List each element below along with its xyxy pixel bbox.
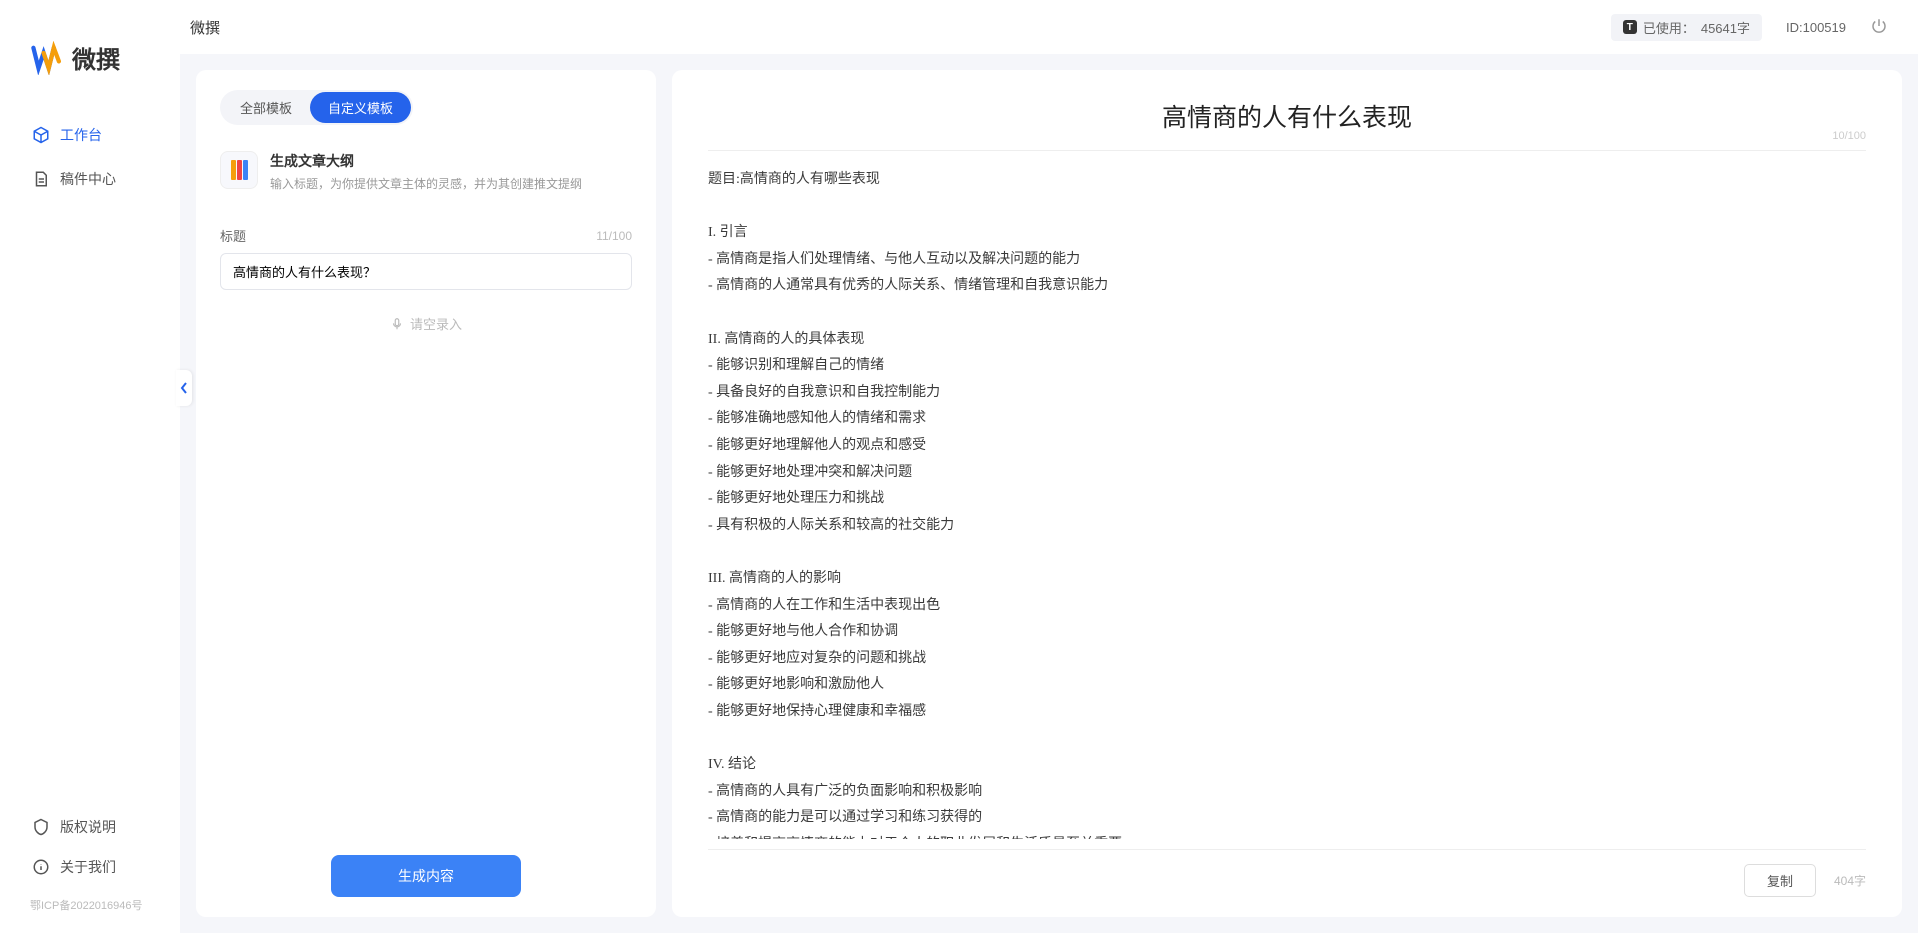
- page-title: 微撰: [190, 17, 220, 38]
- nav-drafts[interactable]: 稿件中心: [20, 159, 160, 199]
- logo[interactable]: 微撰: [0, 20, 180, 115]
- usage-badge: T 已使用： 45641字: [1611, 14, 1762, 41]
- template-title: 生成文章大纲: [270, 151, 582, 171]
- footer-label: 版权说明: [60, 817, 116, 837]
- footer-label: 关于我们: [60, 857, 116, 877]
- sidebar-collapse-handle[interactable]: [176, 370, 192, 406]
- usage-value: 45641字: [1701, 18, 1750, 37]
- chevron-left-icon: [179, 381, 189, 395]
- power-icon[interactable]: [1870, 17, 1888, 38]
- title-input[interactable]: [220, 253, 632, 290]
- icp-text: 鄂ICP备2022016946号: [0, 897, 180, 913]
- nav-label: 稿件中心: [60, 169, 116, 189]
- voice-hint: 请空录入: [410, 314, 462, 333]
- nav-label: 工作台: [60, 125, 102, 145]
- output-word-count: 404字: [1834, 872, 1866, 889]
- template-desc: 输入标题，为你提供文章主体的灵感，并为其创建推文提纲: [270, 175, 582, 192]
- output-title: 高情商的人有什么表现: [1162, 98, 1412, 134]
- output-title-counter: 10/100: [1832, 130, 1866, 142]
- document-icon: [32, 170, 50, 188]
- tab-all-templates[interactable]: 全部模板: [222, 92, 310, 123]
- field-label-title: 标题: [220, 226, 246, 245]
- footer-about[interactable]: 关于我们: [20, 847, 160, 887]
- nav-workspace[interactable]: 工作台: [20, 115, 160, 155]
- usage-prefix: 已使用：: [1643, 18, 1695, 37]
- voice-input-button[interactable]: 请空录入: [220, 314, 632, 333]
- sidebar-nav: 工作台 稿件中心: [0, 115, 180, 807]
- generate-button[interactable]: 生成内容: [331, 855, 521, 897]
- logo-icon: [30, 41, 64, 75]
- topbar: 微撰 T 已使用： 45641字 ID:100519: [180, 0, 1918, 54]
- user-id: ID:100519: [1786, 20, 1846, 35]
- text-icon: T: [1623, 20, 1637, 34]
- sidebar-footer: 版权说明 关于我们: [0, 807, 180, 897]
- output-body[interactable]: 题目:高情商的人有哪些表现 I. 引言 - 高情商是指人们处理情绪、与他人互动以…: [708, 167, 1866, 839]
- template-icon: [220, 151, 258, 189]
- logo-text: 微撰: [72, 40, 120, 75]
- title-counter: 11/100: [596, 229, 632, 243]
- tab-custom-templates[interactable]: 自定义模板: [310, 92, 411, 123]
- books-icon: [231, 160, 248, 180]
- footer-copyright[interactable]: 版权说明: [20, 807, 160, 847]
- sidebar: 微撰 工作台 稿件中心 版权说明: [0, 0, 180, 933]
- template-card: 生成文章大纲 输入标题，为你提供文章主体的灵感，并为其创建推文提纲: [220, 143, 632, 214]
- input-panel: 全部模板 自定义模板 生成文章大纲 输入标题，为你提供文章主体的灵感，并为其创建…: [196, 70, 656, 917]
- shield-icon: [32, 818, 50, 836]
- copy-button[interactable]: 复制: [1744, 864, 1816, 897]
- output-panel: 高情商的人有什么表现 10/100 题目:高情商的人有哪些表现 I. 引言 - …: [672, 70, 1902, 917]
- cube-icon: [32, 126, 50, 144]
- info-icon: [32, 858, 50, 876]
- mic-icon: [390, 317, 404, 331]
- template-tabs: 全部模板 自定义模板: [220, 90, 413, 125]
